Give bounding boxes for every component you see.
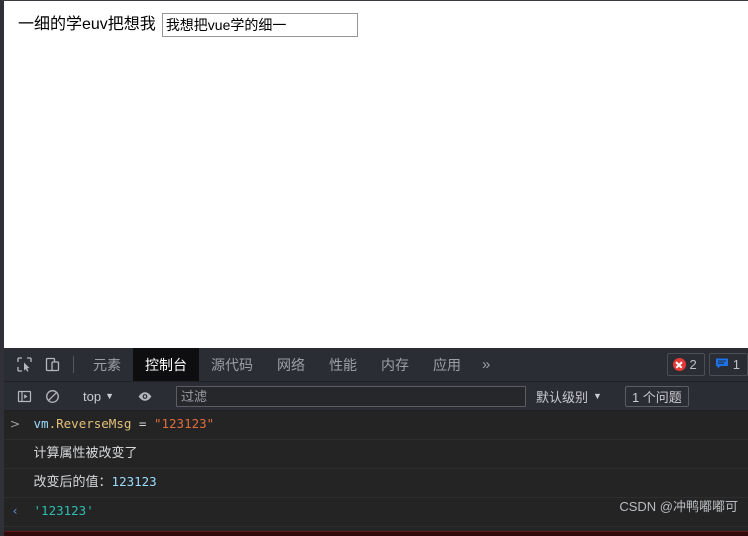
devtools-badges: 2 1 xyxy=(666,348,748,381)
console-row[interactable]: 计算属性被改变了 xyxy=(4,440,748,469)
result-arrow-icon: ‹ xyxy=(12,503,18,518)
console-command: vm.ReverseMsg = "123123" xyxy=(33,416,215,431)
tab-sources[interactable]: 源代码 xyxy=(199,348,265,381)
browser-screenshot: 一细的学euv把想我 元素 xyxy=(0,0,748,536)
device-toolbar-icon[interactable] xyxy=(38,348,66,381)
console-message-list[interactable]: > vm.ReverseMsg = "123123" 计算属性被改变了 改变后的… xyxy=(4,411,748,536)
toolbar-divider xyxy=(73,356,74,373)
reversed-message-text: 一细的学euv把想我 xyxy=(18,16,156,33)
error-circle-icon xyxy=(672,358,686,371)
prompt-arrow-icon: > xyxy=(9,416,21,431)
log-level-selector[interactable]: 默认级别 ▼ xyxy=(536,387,602,406)
log-level-label: 默认级别 xyxy=(536,389,589,405)
console-row[interactable]: 改变后的值：123123 xyxy=(4,469,748,498)
speech-bubble-icon xyxy=(715,357,729,373)
chevron-down-icon: ▼ xyxy=(593,390,602,401)
context-label: top xyxy=(83,388,102,404)
message-input[interactable] xyxy=(161,13,358,37)
clear-console-icon[interactable] xyxy=(38,389,66,404)
live-expression-eye-icon[interactable] xyxy=(131,389,159,404)
console-row[interactable]: ‹ '123123' xyxy=(4,498,748,527)
console-result-value: '123123' xyxy=(33,503,94,518)
tab-network[interactable]: 网络 xyxy=(265,348,317,381)
chevron-down-icon: ▼ xyxy=(105,390,114,401)
devtools-tabbar: 元素 控制台 源代码 网络 性能 内存 应用 » 2 1 xyxy=(4,348,748,382)
console-row[interactable]: > vm.ReverseMsg = "123123" xyxy=(4,411,748,440)
console-filter-input[interactable] xyxy=(176,385,526,407)
tab-elements[interactable]: 元素 xyxy=(81,348,133,381)
console-log-text: 计算属性被改变了 xyxy=(33,445,138,460)
console-sidebar-icon[interactable] xyxy=(10,389,38,404)
console-log-text: 改变后的值：123123 xyxy=(33,474,157,489)
message-count-label: 1 xyxy=(732,357,740,372)
tabbar-spacer xyxy=(499,348,666,381)
vue-demo-content: 一细的学euv把想我 xyxy=(18,13,358,37)
tab-application[interactable]: 应用 xyxy=(421,348,473,381)
more-tabs-icon[interactable]: » xyxy=(473,348,499,381)
error-message-row[interactable] xyxy=(4,531,748,536)
devtools-panel: 元素 控制台 源代码 网络 性能 内存 应用 » 2 1 top ▼ 过滤 默认… xyxy=(0,348,748,536)
issues-button[interactable]: 1 个问题 xyxy=(624,385,689,407)
error-count-label: 2 xyxy=(689,357,697,372)
tab-console[interactable]: 控制台 xyxy=(133,348,199,381)
message-count-badge[interactable]: 1 xyxy=(708,353,748,376)
execution-context-selector[interactable]: top ▼ xyxy=(81,389,116,404)
console-toolbar: top ▼ 默认级别 ▼ 1 个问题 xyxy=(4,382,748,411)
tab-performance[interactable]: 性能 xyxy=(317,348,369,381)
issues-label: 1 个问题 xyxy=(631,389,682,405)
page-viewport: 一细的学euv把想我 xyxy=(0,0,748,348)
error-count-badge[interactable]: 2 xyxy=(666,353,705,376)
tab-memory[interactable]: 内存 xyxy=(369,348,421,381)
inspect-element-icon[interactable] xyxy=(10,348,38,381)
